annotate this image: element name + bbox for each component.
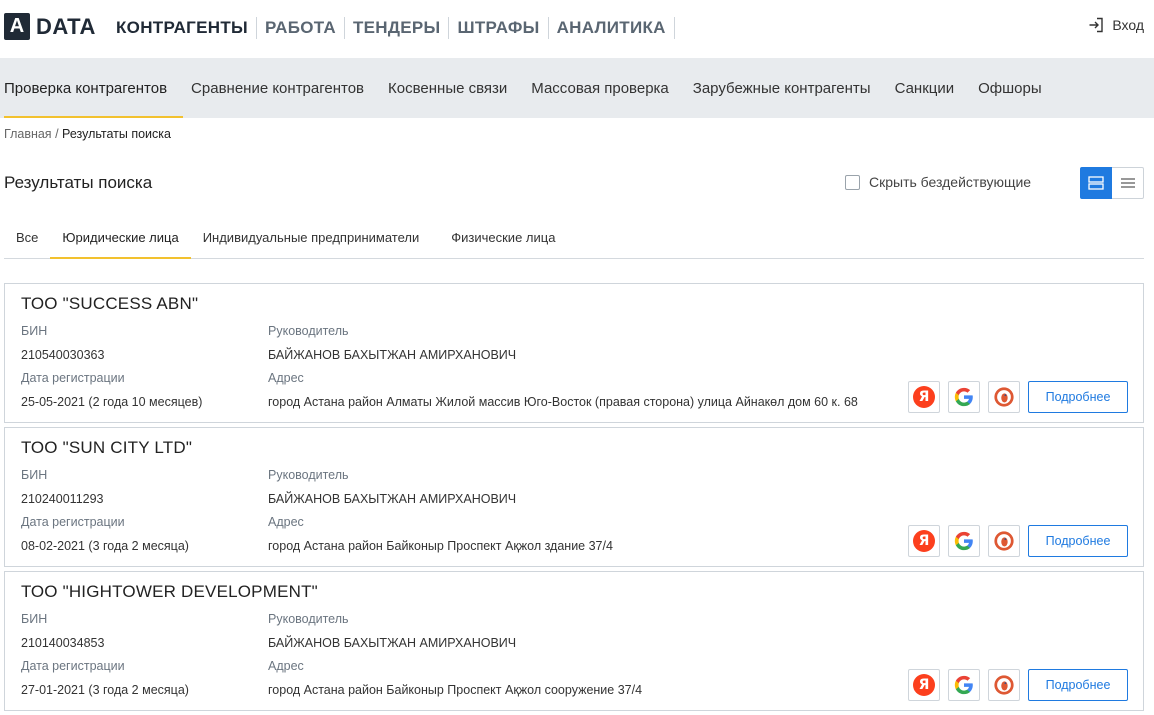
- login-button[interactable]: Вход: [1088, 17, 1144, 33]
- nav-item-counterparties[interactable]: КОНТРАГЕНТЫ: [108, 17, 257, 39]
- head-value: БАЙЖАНОВ БАХЫТЖАН АМИРХАНОВИЧ: [268, 492, 517, 506]
- details-button[interactable]: Подробнее: [1028, 381, 1128, 413]
- bin-value: 210140034853: [21, 636, 105, 650]
- company-name[interactable]: ТОО "HIGHTOWER DEVELOPMENT": [21, 582, 318, 602]
- list-view-icon: [1120, 178, 1135, 188]
- yandex-search-button[interactable]: Я: [908, 525, 940, 557]
- yandex-icon: Я: [913, 674, 935, 696]
- duckduckgo-search-button[interactable]: [988, 525, 1020, 557]
- google-icon: [954, 387, 973, 407]
- duckduckgo-icon: [994, 675, 1014, 695]
- nav-item-analytics[interactable]: АНАЛИТИКА: [549, 17, 675, 39]
- details-button[interactable]: Подробнее: [1028, 525, 1128, 557]
- sub-nav: Проверка контрагентов Сравнение контраге…: [0, 58, 1154, 118]
- nav-item-work[interactable]: РАБОТА: [257, 17, 345, 39]
- card-actions: Я Подробнее: [908, 381, 1128, 413]
- details-button[interactable]: Подробнее: [1028, 669, 1128, 701]
- logo-text: DATA: [36, 13, 96, 39]
- google-search-button[interactable]: [948, 381, 980, 413]
- breadcrumb: Главная / Результаты поиска: [4, 127, 171, 141]
- page-title: Результаты поиска: [4, 173, 153, 192]
- yandex-icon: Я: [913, 530, 935, 552]
- yandex-icon: Я: [913, 386, 935, 408]
- breadcrumb-separator: /: [55, 127, 59, 141]
- yandex-search-button[interactable]: Я: [908, 669, 940, 701]
- company-name[interactable]: ТОО "SUCCESS ABN": [21, 294, 198, 314]
- bin-label: БИН: [21, 468, 48, 482]
- tab-all[interactable]: Все: [4, 217, 50, 258]
- login-icon: [1089, 17, 1104, 33]
- head-value: БАЙЖАНОВ БАХЫТЖАН АМИРХАНОВИЧ: [268, 348, 517, 362]
- card-actions: Я Подробнее: [908, 525, 1128, 557]
- tab-individual-entrepreneurs[interactable]: Индивидуальные предприниматели: [191, 217, 432, 258]
- address-value: город Астана район Алматы Жилой массив Ю…: [268, 395, 858, 409]
- google-icon: [954, 675, 973, 695]
- subnav-item-offshores[interactable]: Офшоры: [978, 58, 1042, 118]
- address-value: город Астана район Байконыр Проспект Ақж…: [268, 683, 643, 697]
- card-view-button[interactable]: [1080, 167, 1112, 199]
- bin-value: 210540030363: [21, 348, 105, 362]
- result-card: ТОО "HIGHTOWER DEVELOPMENT" БИН 21014003…: [4, 571, 1144, 711]
- bin-value: 210240011293: [21, 492, 104, 506]
- head-label: Руководитель: [268, 612, 349, 626]
- card-view-icon: [1088, 176, 1104, 190]
- bin-label: БИН: [21, 612, 48, 626]
- address-label: Адрес: [268, 371, 304, 385]
- tab-individuals[interactable]: Физические лица: [431, 217, 567, 258]
- company-name[interactable]: ТОО "SUN CITY LTD": [21, 438, 192, 458]
- head-value: БАЙЖАНОВ БАХЫТЖАН АМИРХАНОВИЧ: [268, 636, 517, 650]
- reg-date-label: Дата регистрации: [21, 371, 125, 385]
- google-icon: [954, 531, 973, 551]
- logo[interactable]: A DATA: [4, 13, 96, 40]
- nav-item-tenders[interactable]: ТЕНДЕРЫ: [345, 17, 450, 39]
- subnav-item-compare[interactable]: Сравнение контрагентов: [191, 58, 364, 118]
- google-search-button[interactable]: [948, 525, 980, 557]
- reg-date-value: 25-05-2021 (2 года 10 месяцев): [21, 395, 203, 409]
- view-toggle: [1080, 167, 1144, 199]
- subnav-item-indirect-links[interactable]: Косвенные связи: [388, 58, 507, 118]
- bin-label: БИН: [21, 324, 48, 338]
- breadcrumb-current: Результаты поиска: [62, 127, 171, 141]
- reg-date-label: Дата регистрации: [21, 659, 125, 673]
- top-bar: A DATA КОНТРАГЕНТЫ РАБОТА ТЕНДЕРЫ ШТРАФЫ…: [0, 0, 1154, 58]
- subnav-item-sanctions[interactable]: Санкции: [895, 58, 955, 118]
- result-card: ТОО "SUCCESS ABN" БИН 210540030363 Дата …: [4, 283, 1144, 423]
- subnav-item-check[interactable]: Проверка контрагентов: [4, 58, 184, 118]
- head-label: Руководитель: [268, 468, 349, 482]
- address-label: Адрес: [268, 659, 304, 673]
- breadcrumb-home[interactable]: Главная: [4, 127, 52, 141]
- list-view-button[interactable]: [1112, 167, 1144, 199]
- result-card: ТОО "SUN CITY LTD" БИН 210240011293 Дата…: [4, 427, 1144, 567]
- duckduckgo-icon: [994, 531, 1014, 551]
- login-label: Вход: [1112, 17, 1144, 33]
- duckduckgo-icon: [994, 387, 1014, 407]
- address-value: город Астана район Байконыр Проспект Ақж…: [268, 539, 613, 553]
- subnav-item-bulk-check[interactable]: Массовая проверка: [531, 58, 668, 118]
- hide-inactive-toggle[interactable]: Скрыть бездействующие: [845, 174, 1031, 190]
- yandex-search-button[interactable]: Я: [908, 381, 940, 413]
- reg-date-value: 08-02-2021 (3 года 2 месяца): [21, 539, 189, 553]
- card-actions: Я Подробнее: [908, 669, 1128, 701]
- nav-item-fines[interactable]: ШТРАФЫ: [449, 17, 549, 39]
- duckduckgo-search-button[interactable]: [988, 669, 1020, 701]
- main-nav: КОНТРАГЕНТЫ РАБОТА ТЕНДЕРЫ ШТРАФЫ АНАЛИТ…: [108, 16, 675, 40]
- address-label: Адрес: [268, 515, 304, 529]
- google-search-button[interactable]: [948, 669, 980, 701]
- duckduckgo-search-button[interactable]: [988, 381, 1020, 413]
- tab-legal-entities[interactable]: Юридические лица: [50, 217, 192, 259]
- head-label: Руководитель: [268, 324, 349, 338]
- entity-tabs: Все Юридические лица Индивидуальные пред…: [4, 217, 1144, 259]
- subnav-item-foreign[interactable]: Зарубежные контрагенты: [693, 58, 871, 118]
- reg-date-label: Дата регистрации: [21, 515, 125, 529]
- hide-inactive-checkbox[interactable]: [845, 174, 860, 190]
- logo-mark: A: [4, 13, 30, 40]
- reg-date-value: 27-01-2021 (3 года 2 месяца): [21, 683, 189, 697]
- hide-inactive-label: Скрыть бездействующие: [869, 174, 1032, 190]
